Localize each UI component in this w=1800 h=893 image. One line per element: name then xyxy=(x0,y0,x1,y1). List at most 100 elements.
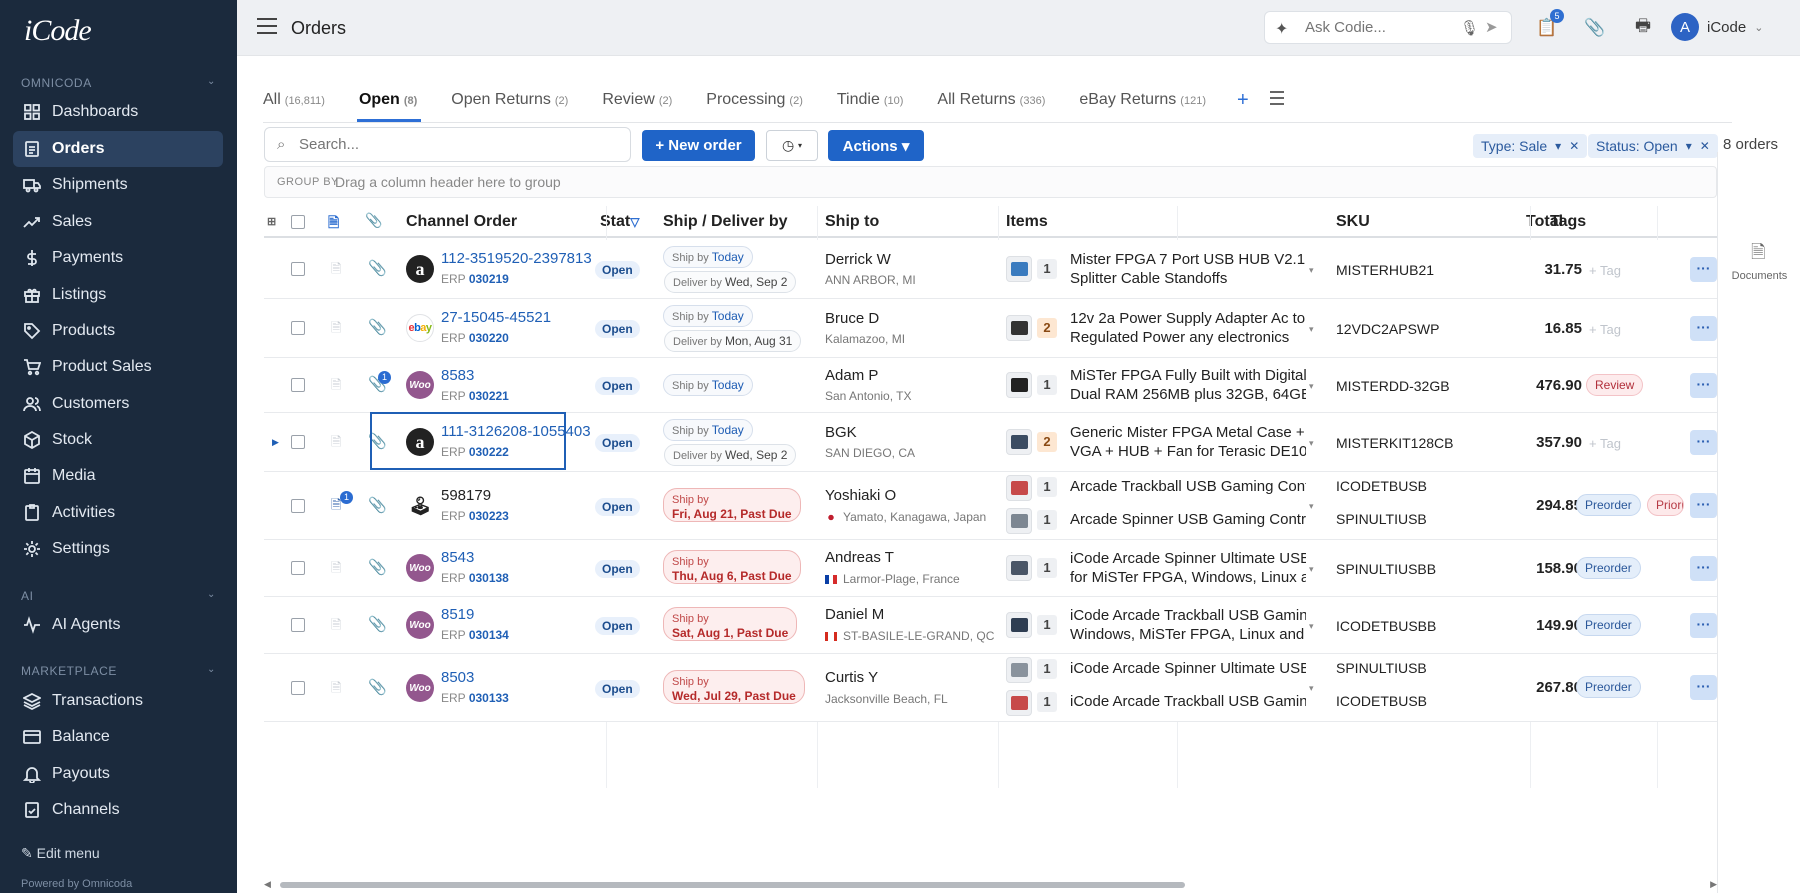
table-row[interactable]: 🗎 📎 a 112-3519520-2397813 ERP 030219 Ope… xyxy=(264,240,1717,299)
caret-down-icon[interactable]: ▾ xyxy=(1309,265,1314,276)
sidebar-item-activities[interactable]: Activities xyxy=(13,495,223,531)
ask-codie-input[interactable] xyxy=(1305,19,1455,36)
order-number-link[interactable]: 8543 xyxy=(441,549,474,566)
sidebar-item-payments[interactable]: Payments xyxy=(13,240,223,276)
column-items[interactable]: Items xyxy=(1006,213,1048,231)
add-tag-button[interactable]: + Tag xyxy=(1589,322,1621,337)
column-ship-deliver[interactable]: Ship / Deliver by xyxy=(663,213,787,231)
column-chooser-icon[interactable]: ⊞ xyxy=(267,215,276,228)
section-ai[interactable]: AI ⌄ xyxy=(21,589,216,603)
row-checkbox[interactable] xyxy=(291,499,305,513)
erp-value[interactable]: 030134 xyxy=(469,628,509,642)
tag-review[interactable]: Review xyxy=(1586,374,1644,396)
document-icon[interactable]: 🗎 xyxy=(331,376,341,398)
close-icon[interactable]: ✕ xyxy=(1569,139,1579,153)
more-actions-button[interactable]: ··· xyxy=(1690,493,1717,518)
order-number-link[interactable]: 27-15045-45521 xyxy=(441,309,551,326)
sidebar-item-media[interactable]: Media xyxy=(13,458,223,494)
caret-down-icon[interactable]: ▾ xyxy=(1686,139,1692,153)
document-icon[interactable]: 🗎 xyxy=(331,433,341,455)
filter-chip-type[interactable]: Type: Sale ▾ ✕ xyxy=(1473,134,1588,158)
item-name[interactable]: iCode Arcade Trackball USB Gaming for Win… xyxy=(1070,606,1306,644)
tab-open-returns[interactable]: Open Returns (2) xyxy=(451,88,568,118)
order-number-link[interactable]: 8583 xyxy=(441,367,474,384)
order-number-link[interactable]: 112-3519520-2397813 xyxy=(441,250,592,267)
add-tag-button[interactable]: + Tag xyxy=(1589,263,1621,278)
sidebar-item-dashboards[interactable]: Dashboards xyxy=(13,94,223,130)
user-menu[interactable]: A iCode ⌄ xyxy=(1671,13,1763,41)
horizontal-scrollbar[interactable]: ◀ ▶ xyxy=(264,879,1717,890)
search-input[interactable] xyxy=(299,136,609,153)
order-number-link[interactable]: 598179 xyxy=(441,487,491,504)
tab-processing[interactable]: Processing (2) xyxy=(706,88,803,118)
sidebar-item-sales[interactable]: Sales xyxy=(13,204,223,240)
item-name[interactable]: MiSTer FPGA Fully Built with Digital IO D… xyxy=(1070,366,1306,404)
sidebar-item-ai-agents[interactable]: AI Agents xyxy=(13,607,223,643)
table-row[interactable]: 🗎 1 📎 🕹 598179 ERP 030223 Open Ship by Fr… xyxy=(264,472,1717,540)
erp-value[interactable]: 030219 xyxy=(469,272,509,286)
item-name[interactable]: iCode Arcade Spinner Ultimate USB Gaming xyxy=(1070,659,1306,678)
table-row[interactable]: 🗎 📎 Woo 8519 ERP 030134 Open Ship by Sat,… xyxy=(264,597,1717,654)
sidebar-item-product-sales[interactable]: Product Sales xyxy=(13,349,223,385)
new-order-button[interactable]: + New order xyxy=(642,130,755,161)
sidebar-item-channels[interactable]: Channels xyxy=(13,792,223,828)
more-actions-button[interactable]: ··· xyxy=(1690,675,1717,700)
notifications-button[interactable]: 📋 5 xyxy=(1530,9,1564,44)
column-tags[interactable]: Tags xyxy=(1550,213,1586,231)
paperclip-icon[interactable]: 📎 xyxy=(365,212,382,229)
sidebar-item-products[interactable]: Products xyxy=(13,313,223,349)
menu-icon[interactable] xyxy=(257,18,277,34)
caret-down-icon[interactable]: ▾ xyxy=(1309,324,1314,335)
paperclip-icon[interactable]: 📎 xyxy=(368,259,387,277)
tab-ebay-returns[interactable]: eBay Returns (121) xyxy=(1079,88,1206,118)
paperclip-icon[interactable]: 📎 xyxy=(368,678,387,696)
sidebar-item-balance[interactable]: Balance xyxy=(13,719,223,755)
caret-down-icon[interactable]: ▾ xyxy=(1309,381,1314,392)
row-checkbox[interactable] xyxy=(291,618,305,632)
order-number-link[interactable]: 8503 xyxy=(441,669,474,686)
more-actions-button[interactable]: ··· xyxy=(1690,430,1717,455)
ask-codie-box[interactable]: ✦ 🎙 ➤ xyxy=(1264,11,1512,44)
caret-down-icon[interactable]: ▾ xyxy=(1309,621,1314,632)
tag-preorder[interactable]: Preorder xyxy=(1576,557,1641,579)
add-tag-button[interactable]: + Tag xyxy=(1589,436,1621,451)
caret-down-icon[interactable]: ▾ xyxy=(1555,139,1561,153)
erp-value[interactable]: 030138 xyxy=(469,571,509,585)
column-sku[interactable]: SKU xyxy=(1336,213,1370,231)
document-icon[interactable]: 🗎 xyxy=(331,260,341,282)
more-actions-button[interactable]: ··· xyxy=(1690,316,1717,341)
sidebar-item-payouts[interactable]: Payouts xyxy=(13,756,223,792)
item-name[interactable]: iCode Arcade Spinner Ultimate USB Gaming… xyxy=(1070,549,1306,587)
microphone-icon[interactable]: 🎙 xyxy=(1460,19,1479,37)
schedule-dropdown[interactable]: ◷ ▾ xyxy=(766,130,818,161)
more-actions-button[interactable]: ··· xyxy=(1690,556,1717,581)
item-name[interactable]: Generic Mister FPGA Metal Case + 128GB VG… xyxy=(1070,423,1306,461)
more-actions-button[interactable]: ··· xyxy=(1690,257,1717,282)
table-row[interactable]: 🗎 📎 Woo 8543 ERP 030138 Open Ship by Thu,… xyxy=(264,540,1717,597)
filter-chip-status[interactable]: Status: Open ▾ ✕ xyxy=(1588,134,1718,158)
tab-all-returns[interactable]: All Returns (336) xyxy=(937,88,1045,118)
paperclip-icon[interactable]: 📎 xyxy=(368,615,387,633)
paperclip-icon[interactable]: 📎 xyxy=(368,496,387,514)
add-tab-icon[interactable]: + xyxy=(1237,89,1249,112)
tab-menu-icon[interactable] xyxy=(1270,91,1284,109)
tab-review[interactable]: Review (2) xyxy=(602,88,672,118)
erp-value[interactable]: 030223 xyxy=(469,509,509,523)
row-checkbox[interactable] xyxy=(291,378,305,392)
sidebar-item-shipments[interactable]: Shipments xyxy=(13,167,223,203)
document-icon[interactable]: 🗎 xyxy=(328,212,339,236)
order-number-link[interactable]: 8519 xyxy=(441,606,474,623)
column-channel-order[interactable]: Channel Order xyxy=(406,213,517,231)
scrollbar-thumb[interactable] xyxy=(280,882,1185,888)
item-name[interactable]: Mister FPGA 7 Port USB HUB V2.1 Kit Split… xyxy=(1070,250,1306,288)
expand-arrow-icon[interactable]: ▶ xyxy=(272,437,279,448)
sidebar-item-listings[interactable]: Listings xyxy=(13,277,223,313)
table-row[interactable]: 🗎 📎 Woo 8503 ERP 030133 Open Ship by Wed,… xyxy=(264,654,1717,722)
row-checkbox[interactable] xyxy=(291,262,305,276)
filter-icon[interactable]: ▽ xyxy=(630,215,639,229)
item-name[interactable]: Arcade Spinner USB Gaming Controller xyxy=(1070,510,1306,529)
search-box[interactable]: ⌕ xyxy=(264,127,631,162)
row-checkbox[interactable] xyxy=(291,435,305,449)
tag-preorder[interactable]: Preorder xyxy=(1576,676,1641,698)
erp-value[interactable]: 030133 xyxy=(469,691,509,705)
